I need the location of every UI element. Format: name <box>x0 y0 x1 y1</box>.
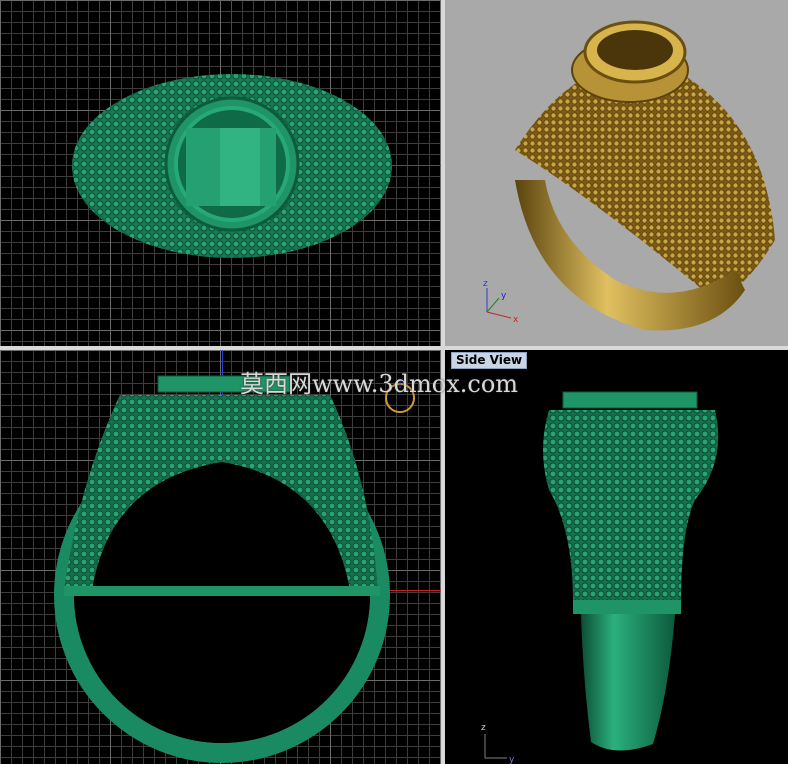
axis-label-z: z <box>483 279 488 289</box>
side-axis-label-z: z <box>481 723 486 733</box>
ring-top-render <box>72 74 392 258</box>
bezel-side <box>562 391 698 409</box>
viewport-splitter-horizontal[interactable] <box>0 346 788 350</box>
side-axis-label-y: y <box>509 755 515 764</box>
ring-collar-side <box>573 600 681 614</box>
axis-label-y: y <box>501 291 507 301</box>
axis-gizmo: z y x <box>483 279 519 325</box>
side-viewport[interactable]: Side View z y <box>445 350 788 764</box>
watermark-text: 莫西网www.3dmox.com <box>240 370 519 398</box>
axis-label-x: x <box>513 315 519 325</box>
front-viewport[interactable] <box>0 350 441 764</box>
ring-shank-side <box>581 614 675 751</box>
ring-front-render <box>54 375 390 763</box>
perspective-viewport[interactable]: z y x <box>445 0 788 346</box>
top-viewport[interactable] <box>0 0 441 346</box>
ring-side-render <box>543 391 719 751</box>
axis-gizmo-side: z y <box>481 723 515 764</box>
ring-head-side <box>543 410 719 602</box>
